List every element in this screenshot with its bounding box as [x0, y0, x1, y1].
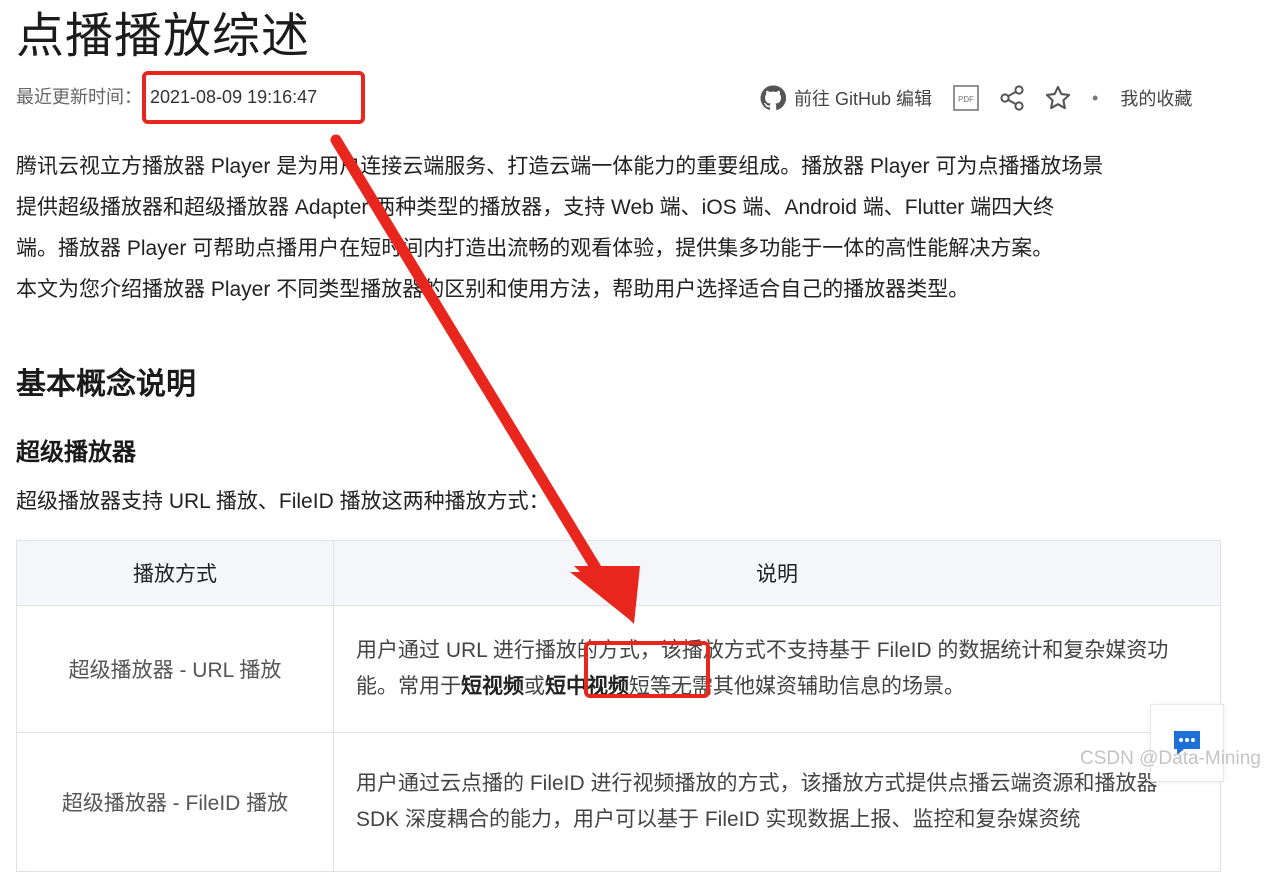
annotation-box-highlight [584, 641, 710, 698]
intro-line-4: 本文为您介绍播放器 Player 不同类型播放器的区别和使用方法，帮助用户选择适… [16, 278, 970, 301]
chat-widget[interactable] [1150, 704, 1224, 782]
table-row: 超级播放器 - FileID 播放 用户通过云点播的 FileID 进行视频播放… [16, 732, 1221, 872]
section-heading: 基本概念说明 [16, 368, 196, 401]
intro-line-2: 提供超级播放器和超级播放器 Adapter 两种类型的播放器，支持 Web 端、… [16, 196, 1055, 219]
table-cell-method: 超级播放器 - URL 播放 [16, 605, 334, 733]
annotation-box-timestamp [142, 71, 365, 124]
row1-bold-short-video: 短视频 [461, 675, 524, 698]
github-edit-label: 前往 GitHub 编辑 [794, 89, 933, 109]
github-icon [760, 85, 786, 111]
intro-line-3: 端。播放器 Player 可帮助点播用户在短时间内打造出流畅的观看体验，提供集多… [16, 237, 1054, 260]
intro-line-1: 腾讯云视立方播放器 Player 是为用户连接云端服务、打造云端一体能力的重要组… [16, 155, 1104, 178]
star-icon[interactable] [1044, 84, 1072, 112]
page-title: 点播播放综述 [16, 10, 311, 63]
table-header-row: 播放方式 说明 [16, 540, 1221, 606]
share-icon[interactable] [998, 84, 1026, 112]
section-description: 超级播放器支持 URL 播放、FileID 播放这两种播放方式： [16, 490, 550, 513]
watermark-text: CSDN @Data-Mining [1080, 748, 1261, 769]
row1-text-b: 或 [524, 675, 545, 698]
table-header-desc: 说明 [333, 540, 1221, 606]
pdf-icon[interactable]: PDF [952, 84, 980, 112]
table-cell-desc: 用户通过 URL 进行播放的方式，该播放方式不支持基于 FileID 的数据统计… [333, 605, 1221, 733]
updated-label: 最近更新时间： [16, 87, 142, 107]
table-cell-method: 超级播放器 - FileID 播放 [16, 732, 334, 872]
separator-dot: • [1092, 87, 1099, 108]
favorites-link[interactable]: 我的收藏 [1120, 85, 1192, 111]
github-edit-link[interactable]: 前往 GitHub 编辑 [760, 85, 932, 111]
doc-actions: 前往 GitHub 编辑 PDF • 我的收藏 [760, 82, 1192, 114]
table-header-method: 播放方式 [16, 540, 334, 606]
subsection-heading: 超级播放器 [16, 439, 136, 466]
intro-paragraph: 腾讯云视立方播放器 Player 是为用户连接云端服务、打造云端一体能力的重要组… [16, 146, 1226, 310]
pdf-label: PDF [958, 95, 974, 104]
playback-methods-table: 播放方式 说明 超级播放器 - URL 播放 用户通过 URL 进行播放的方式，… [16, 540, 1221, 872]
